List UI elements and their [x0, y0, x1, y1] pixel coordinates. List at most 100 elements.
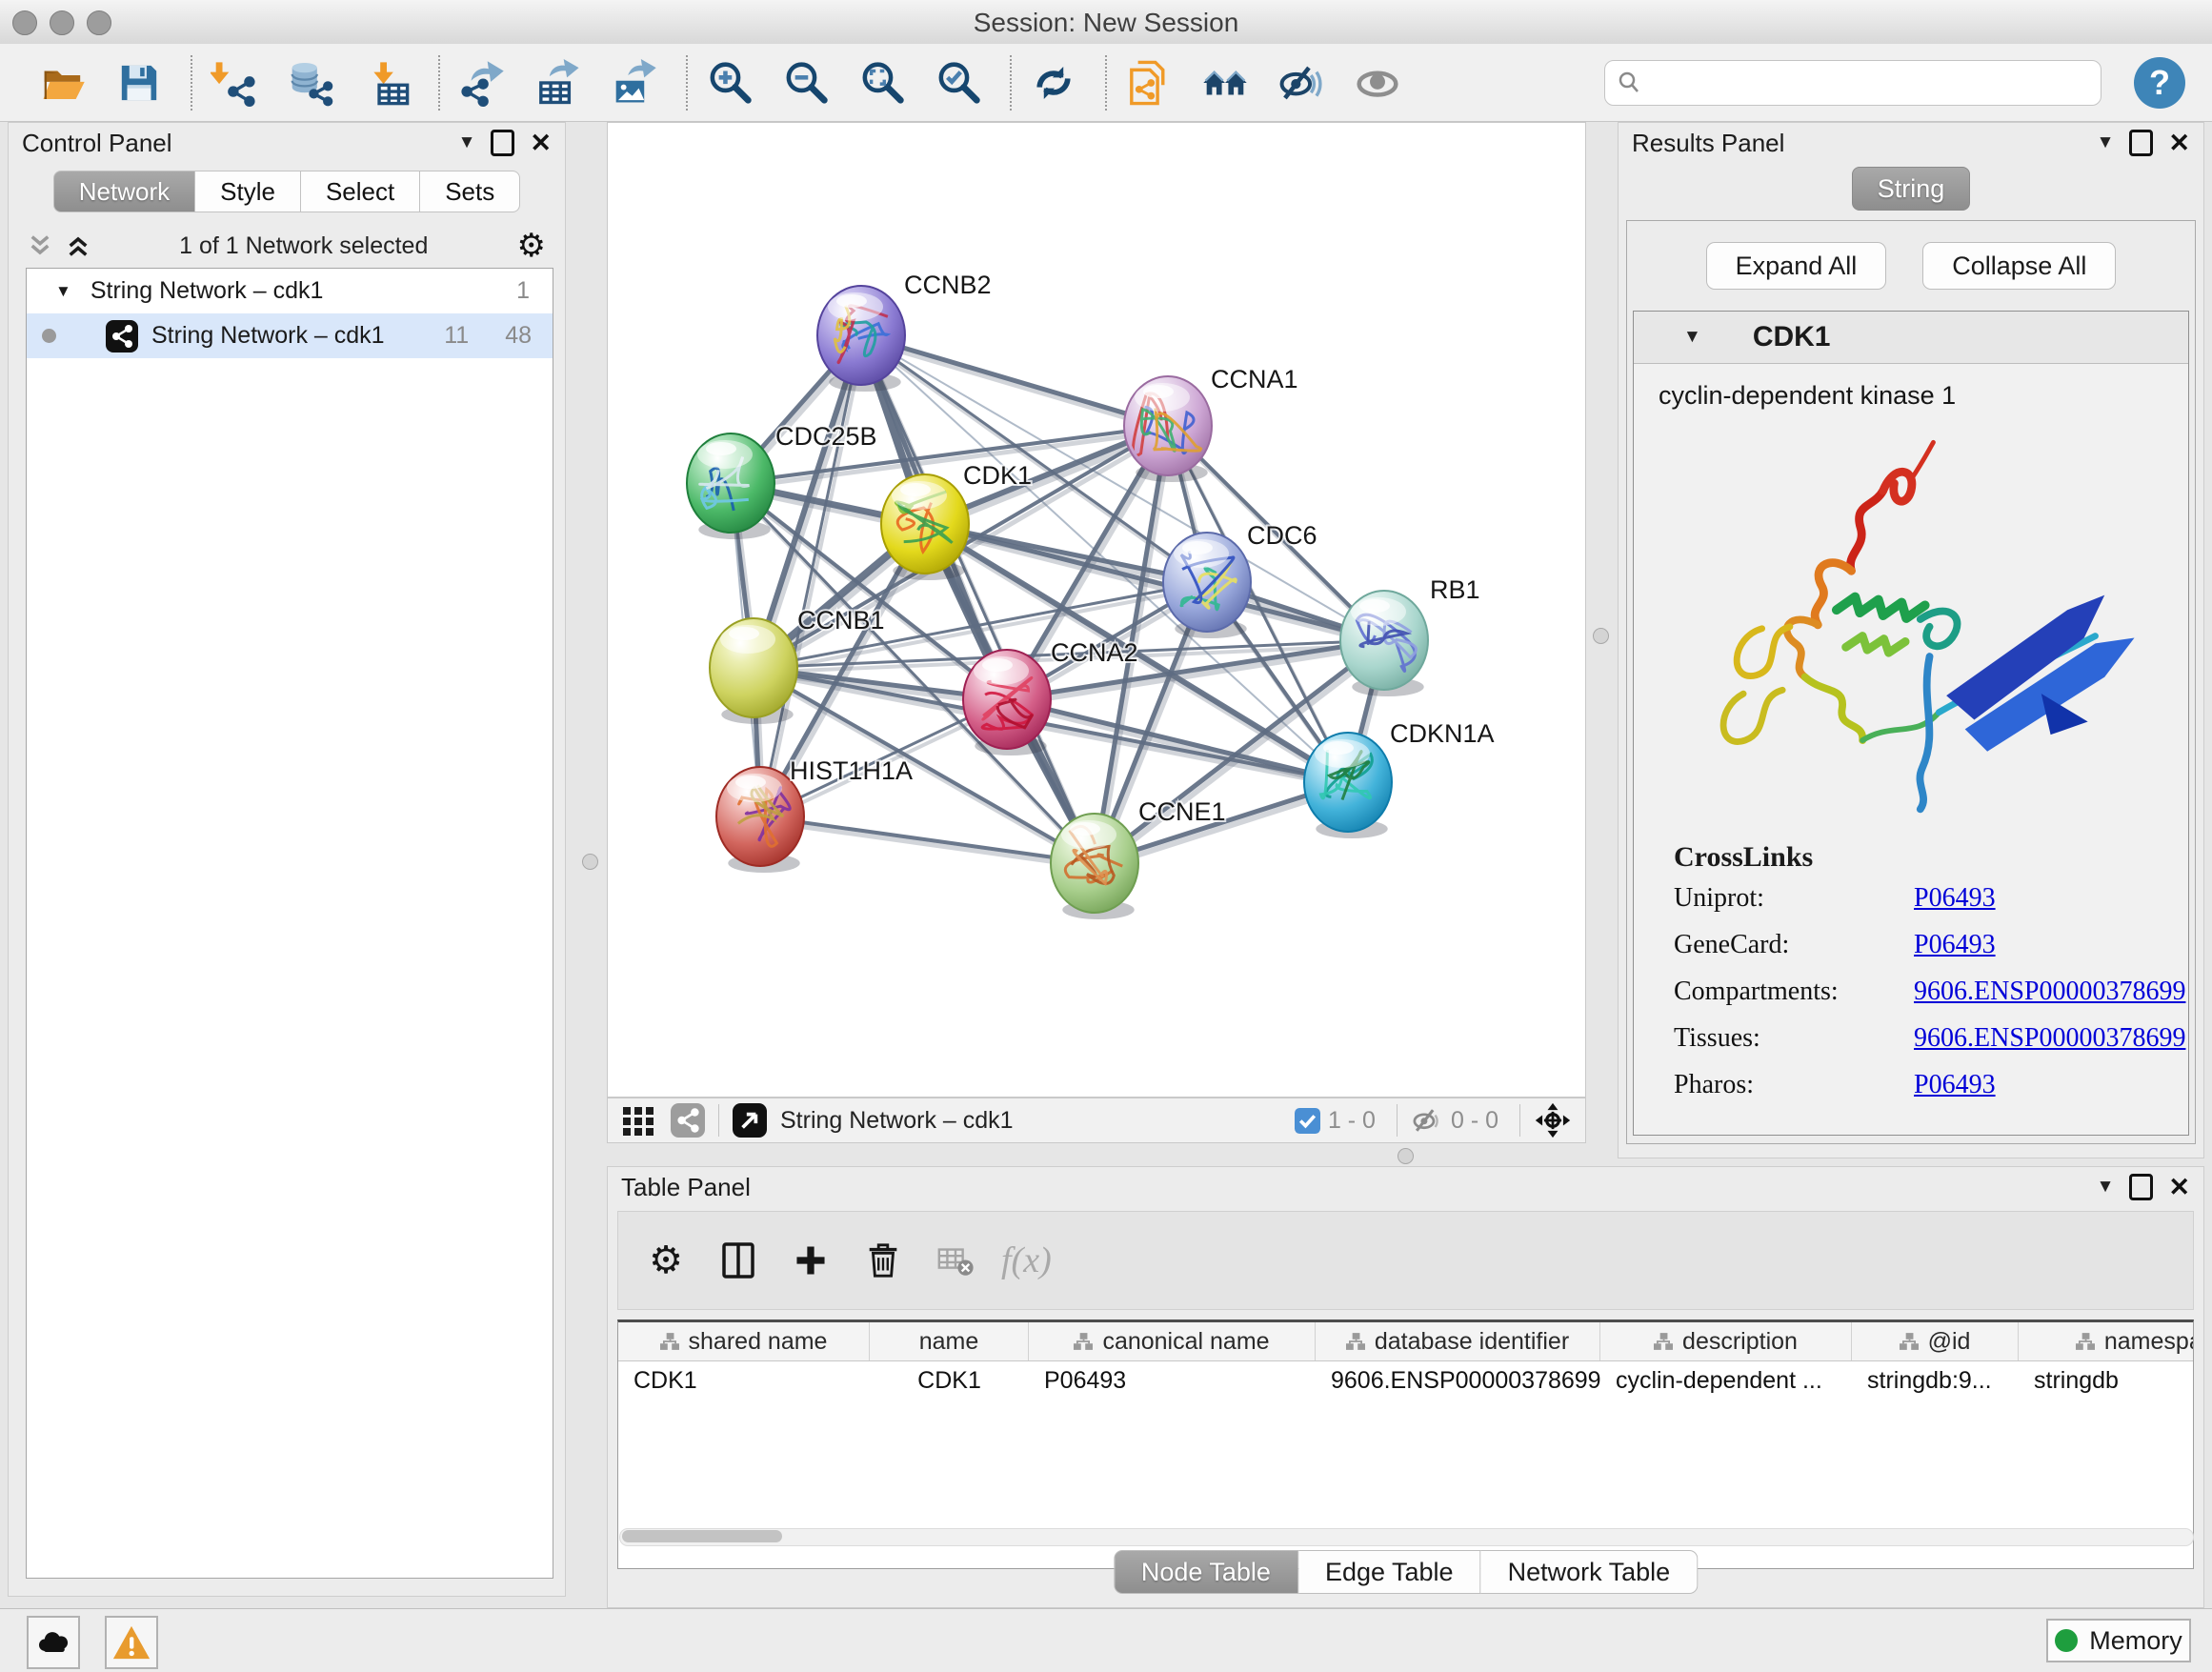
- zoom-out-button[interactable]: [779, 56, 833, 110]
- network-label: String Network – cdk1: [151, 322, 385, 350]
- crosslink-link[interactable]: P06493: [1914, 883, 1996, 914]
- column-header-namespace[interactable]: namespace: [2019, 1322, 2194, 1360]
- column-header-id[interactable]: @id: [1852, 1322, 2019, 1360]
- table-panel-menu-caret-icon[interactable]: ▼: [2097, 1177, 2115, 1198]
- crosslink-link[interactable]: 9606.ENSP00000378699: [1914, 1023, 2185, 1054]
- tab-edge-table[interactable]: Edge Table: [1298, 1550, 1481, 1594]
- network-options-gear-icon[interactable]: ⚙: [517, 230, 546, 262]
- tab-node-table[interactable]: Node Table: [1114, 1550, 1298, 1594]
- column-header-canonical-name[interactable]: canonical name: [1029, 1322, 1316, 1360]
- table-horizontal-scrollbar[interactable]: [619, 1528, 2194, 1546]
- export-network-icon: [458, 59, 506, 107]
- results-panel-close-icon[interactable]: ✕: [2168, 129, 2190, 158]
- hide-unselected-button[interactable]: [1275, 56, 1328, 110]
- export-network-button[interactable]: [455, 56, 509, 110]
- network-share-badge-icon[interactable]: [671, 1103, 705, 1138]
- network-collection-row[interactable]: ▼ String Network – cdk1 1: [27, 269, 553, 313]
- horizontal-splitter-grip[interactable]: [1398, 1148, 1414, 1164]
- search-input[interactable]: [1651, 69, 2089, 97]
- open-session-button[interactable]: [36, 56, 90, 110]
- save-session-button[interactable]: [112, 56, 166, 110]
- zoom-selected-button[interactable]: [932, 56, 985, 110]
- tab-select[interactable]: Select: [301, 171, 420, 212]
- column-header-database-identifier[interactable]: database identifier: [1316, 1322, 1600, 1360]
- selected-node-edge-counts: 1 - 0: [1328, 1107, 1376, 1135]
- network-node-CCNE1[interactable]: CCNE1: [1051, 797, 1226, 919]
- pan-crosshair-icon[interactable]: [1534, 1101, 1572, 1139]
- crosslink-link[interactable]: P06493: [1914, 930, 1996, 960]
- import-network-file-button[interactable]: [208, 56, 261, 110]
- show-all-button[interactable]: [1351, 56, 1404, 110]
- tab-sets[interactable]: Sets: [420, 171, 520, 212]
- expand-all-networks-icon[interactable]: [28, 233, 52, 258]
- tab-network[interactable]: Network: [53, 171, 195, 212]
- zoom-fit-button[interactable]: [855, 56, 909, 110]
- network-node-CDKN1A[interactable]: CDKN1A: [1304, 719, 1495, 838]
- cell-name[interactable]: CDK1: [870, 1361, 1029, 1400]
- table-panel-float-icon[interactable]: [2129, 1174, 2153, 1200]
- string-copy-network-button[interactable]: [1122, 56, 1176, 110]
- collection-expand-caret-icon[interactable]: ▼: [55, 282, 71, 301]
- memory-button[interactable]: Memory: [2046, 1619, 2191, 1662]
- save-floppy-icon: [115, 59, 163, 107]
- table-panel-close-icon[interactable]: ✕: [2168, 1173, 2190, 1202]
- network-node-CCNB2[interactable]: CCNB2: [817, 271, 992, 392]
- create-column-button[interactable]: [784, 1234, 837, 1287]
- right-splitter-grip[interactable]: [1593, 628, 1609, 644]
- warnings-button[interactable]: [105, 1616, 158, 1669]
- selected-checkbox-icon[interactable]: [1295, 1108, 1320, 1134]
- zoom-in-button[interactable]: [703, 56, 756, 110]
- export-table-button[interactable]: [532, 56, 585, 110]
- cell-namespace[interactable]: stringdb: [2019, 1361, 2194, 1400]
- table-row[interactable]: CDK1 CDK1 P06493 9606.ENSP00000378699 cy…: [618, 1361, 2193, 1400]
- control-panel-menu-caret-icon[interactable]: ▼: [458, 132, 476, 153]
- collapse-all-networks-icon[interactable]: [66, 233, 90, 258]
- network-canvas[interactable]: CCNB2CCNA1CDC25BCDK1CDC6RB1CCNB1CCNA2CDK…: [607, 122, 1586, 1098]
- import-network-database-button[interactable]: [284, 56, 337, 110]
- import-table-button[interactable]: [360, 56, 413, 110]
- refresh-layout-button[interactable]: [1027, 56, 1080, 110]
- crosslink-link[interactable]: P06493: [1914, 1070, 1996, 1100]
- cell-database-identifier[interactable]: 9606.ENSP00000378699: [1316, 1361, 1600, 1400]
- show-columns-button[interactable]: [712, 1234, 765, 1287]
- column-header-shared-name[interactable]: shared name: [618, 1322, 870, 1360]
- open-folder-icon: [39, 59, 87, 107]
- tab-network-table[interactable]: Network Table: [1481, 1550, 1699, 1594]
- network-edge-CCNB2-CCNA1[interactable]: [861, 335, 1168, 426]
- network-node-CCNA1[interactable]: CCNA1: [1124, 365, 1298, 482]
- tab-style[interactable]: Style: [195, 171, 301, 212]
- node-detail-collapse-caret-icon[interactable]: ▼: [1683, 327, 1701, 348]
- export-image-button[interactable]: [608, 56, 661, 110]
- delete-columns-button[interactable]: [856, 1234, 910, 1287]
- hidden-eye-slash-icon: [1411, 1104, 1443, 1137]
- tab-string[interactable]: String: [1852, 167, 1970, 211]
- birds-eye-grid-icon[interactable]: [621, 1103, 655, 1138]
- help-button[interactable]: ?: [2134, 57, 2185, 109]
- left-splitter-grip[interactable]: [582, 854, 598, 870]
- cell-shared-name[interactable]: CDK1: [618, 1361, 870, 1400]
- cloud-status-button[interactable]: [27, 1616, 80, 1669]
- cell-canonical-name[interactable]: P06493: [1029, 1361, 1316, 1400]
- control-panel-close-icon[interactable]: ✕: [530, 129, 552, 158]
- network-node-HIST1H1A[interactable]: HIST1H1A: [716, 756, 913, 873]
- network-icon: [106, 320, 138, 353]
- results-panel-menu-caret-icon[interactable]: ▼: [2097, 132, 2115, 153]
- network-node-RB1[interactable]: RB1: [1340, 575, 1480, 696]
- open-view-in-window-icon[interactable]: [733, 1103, 767, 1138]
- control-panel-float-icon[interactable]: [491, 130, 514, 156]
- column-header-name[interactable]: name: [870, 1322, 1029, 1360]
- table-options-button[interactable]: ⚙: [639, 1234, 693, 1287]
- cell-id[interactable]: stringdb:9...: [1852, 1361, 2019, 1400]
- network-node-CCNB1[interactable]: CCNB1: [710, 606, 885, 724]
- table-type-tabs: Node Table Edge Table Network Table: [1114, 1550, 1698, 1594]
- column-header-description[interactable]: description: [1600, 1322, 1852, 1360]
- collapse-all-button[interactable]: Collapse All: [1922, 242, 2116, 290]
- crosslink-link[interactable]: 9606.ENSP00000378699: [1914, 977, 2185, 1007]
- scrollbar-thumb[interactable]: [622, 1530, 782, 1542]
- string-home-button[interactable]: [1198, 56, 1252, 110]
- node-detail-header[interactable]: ▼ CDK1: [1634, 312, 2188, 364]
- cell-description[interactable]: cyclin-dependent ...: [1600, 1361, 1852, 1400]
- expand-all-button[interactable]: Expand All: [1706, 242, 1887, 290]
- results-panel-float-icon[interactable]: [2129, 130, 2153, 156]
- network-row-selected[interactable]: String Network – cdk1 11 48: [27, 313, 553, 358]
